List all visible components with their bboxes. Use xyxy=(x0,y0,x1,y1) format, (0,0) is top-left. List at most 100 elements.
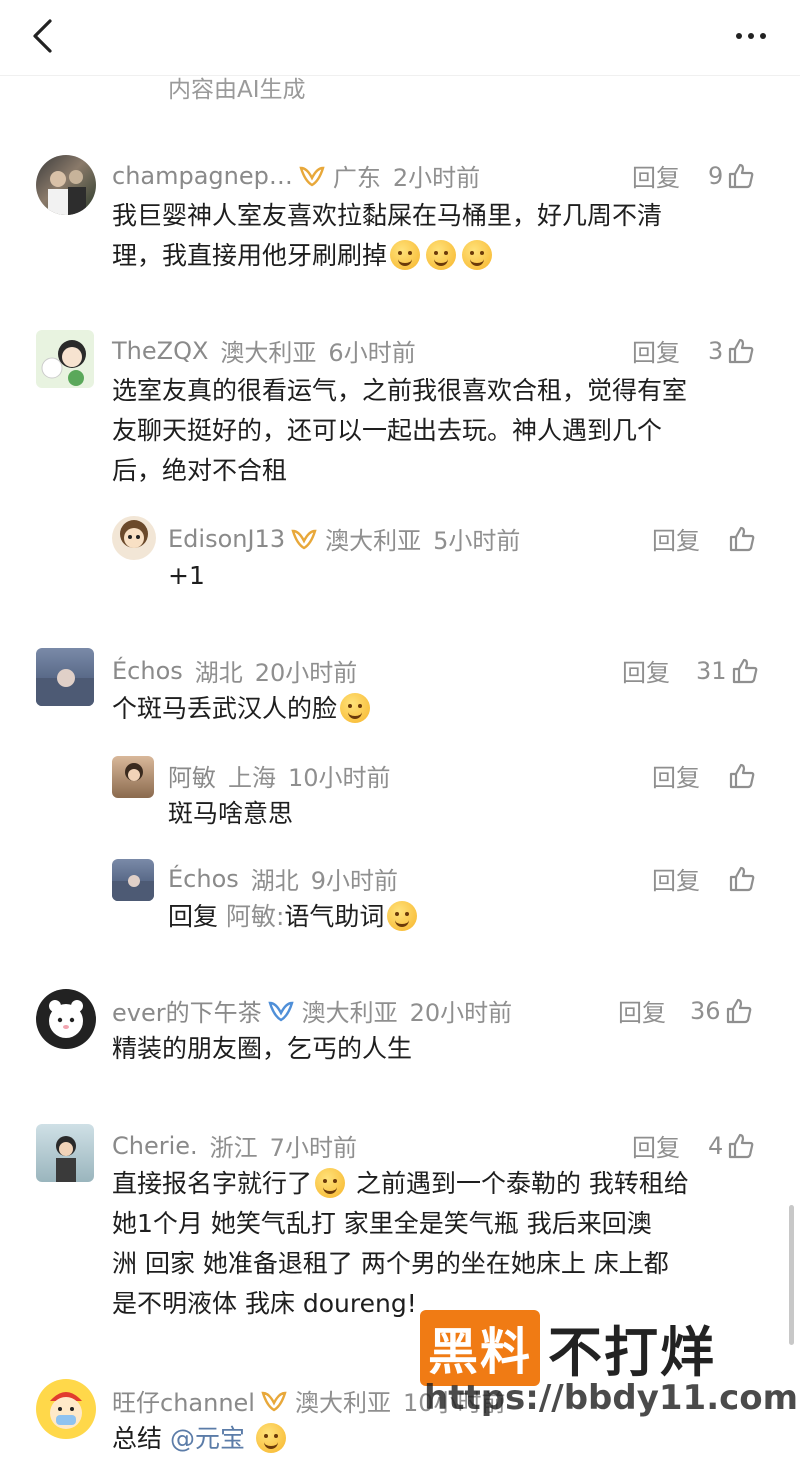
like-button[interactable]: 3 xyxy=(708,337,755,365)
text-line: 我巨婴神人室友喜欢拉黏屎在马桶里，好几周不清 xyxy=(112,201,663,230)
username[interactable]: 阿敏 xyxy=(168,758,216,793)
avatar[interactable] xyxy=(36,989,96,1049)
smile-emoji-icon xyxy=(315,1168,346,1198)
comment-actions: 回复 xyxy=(652,521,756,556)
timestamp: 20小时前 xyxy=(409,999,513,1027)
avatar[interactable] xyxy=(112,859,154,901)
timestamp: 10小时前 xyxy=(288,764,391,792)
username[interactable]: ever的下午茶 xyxy=(112,993,262,1028)
dot-icon xyxy=(760,33,766,39)
like-button[interactable] xyxy=(728,525,756,553)
more-options-button[interactable] xyxy=(728,18,774,54)
reply-button[interactable]: 回复 xyxy=(652,758,700,793)
location: 上海 xyxy=(228,764,276,792)
top-bar xyxy=(0,0,800,76)
like-button[interactable]: 4 xyxy=(708,1132,755,1160)
comment-meta: ever的下午茶 澳大利亚 20小时前 xyxy=(112,993,512,1028)
thumb-up-icon xyxy=(732,658,757,683)
username[interactable]: champagnep… xyxy=(112,162,293,190)
comment-text: 斑马啥意思 xyxy=(168,794,748,834)
watermark-logo: 黑料 不打烊 xyxy=(420,1308,716,1387)
avatar[interactable] xyxy=(36,1379,96,1439)
comment-text: 回复 阿敏:语气助词 xyxy=(168,897,748,937)
text-line: 理，我直接用他牙刷刷掉 xyxy=(112,236,772,276)
comment-text: 选室友真的很看运气，之前我很喜欢合租，觉得有室 友聊天挺好的，还可以一起出去玩。… xyxy=(112,371,772,491)
text-line: 她1个月 她笑气乱打 家里全是笑气瓶 我后来回澳 xyxy=(112,1209,652,1238)
watermark-box: 黑料 xyxy=(420,1309,540,1386)
comment-meta: champagnep… 广东 2小时前 xyxy=(112,158,480,193)
like-button[interactable]: 9 xyxy=(708,162,755,190)
like-button[interactable] xyxy=(728,865,756,893)
comment-actions: 回复 31 xyxy=(622,653,759,688)
location: 湖北 xyxy=(250,867,299,895)
location: 浙江 xyxy=(209,1134,258,1162)
back-button[interactable] xyxy=(22,14,62,58)
username[interactable]: TheZQX xyxy=(112,337,208,365)
avatar[interactable] xyxy=(112,516,156,560)
like-button[interactable] xyxy=(728,762,756,790)
comment-text: 直接报名字就行了 之前遇到一个泰勒的 我转租给 她1个月 她笑气乱打 家里全是笑… xyxy=(112,1164,782,1324)
smile-emoji-icon xyxy=(426,240,457,270)
comment-text: 我巨婴神人室友喜欢拉黏屎在马桶里，好几周不清 理，我直接用他牙刷刷掉 xyxy=(112,196,772,276)
text-span: 个斑马丢武汉人的脸 xyxy=(112,694,338,723)
avatar[interactable] xyxy=(36,1124,94,1182)
comment-text: 个斑马丢武汉人的脸 xyxy=(112,689,772,729)
avatar[interactable] xyxy=(36,155,96,215)
dot-icon xyxy=(736,33,742,39)
reply-button[interactable]: 回复 xyxy=(632,1128,680,1163)
reply-button[interactable]: 回复 xyxy=(632,333,680,368)
thumb-up-icon xyxy=(729,163,754,188)
timestamp: 7小时前 xyxy=(269,1134,357,1162)
avatar[interactable] xyxy=(36,648,94,706)
text-span: 直接报名字就行了 xyxy=(112,1169,313,1198)
text-span: 总结 xyxy=(112,1424,163,1453)
comment-actions: 回复 4 xyxy=(632,1128,755,1163)
comment-text: 总结 @元宝 xyxy=(112,1419,772,1459)
wink-emoji-icon xyxy=(387,901,418,931)
timestamp: 2小时前 xyxy=(392,164,481,192)
comment-meta: Échos 湖北 9小时前 xyxy=(168,861,398,896)
username[interactable]: Échos xyxy=(112,657,183,685)
timestamp: 9小时前 xyxy=(310,867,399,895)
comment-text: 精装的朋友圈，乞丐的人生 xyxy=(112,1029,772,1069)
vip-badge-icon xyxy=(291,528,317,550)
comment-actions: 回复 xyxy=(652,758,756,793)
like-button[interactable]: 31 xyxy=(696,657,759,685)
scrollbar[interactable] xyxy=(789,1205,794,1345)
username[interactable]: Échos xyxy=(168,865,239,893)
comment-meta: EdisonJ13 澳大利亚 5小时前 xyxy=(168,521,520,556)
text-line: 斑马啥意思 xyxy=(168,799,294,828)
location: 澳大利亚 xyxy=(294,1389,391,1417)
comment-actions: 回复 3 xyxy=(632,333,755,368)
thumb-up-icon xyxy=(726,998,751,1023)
mention-link[interactable]: @元宝 xyxy=(170,1424,245,1453)
avatar[interactable] xyxy=(112,756,154,798)
smile-emoji-icon xyxy=(462,240,493,270)
ai-generated-note: 内容由AI生成 xyxy=(168,77,306,103)
location: 澳大利亚 xyxy=(301,999,398,1027)
text-line: 选室友真的很看运气，之前我很喜欢合租，觉得有室 xyxy=(112,376,688,405)
reply-button[interactable]: 回复 xyxy=(622,653,670,688)
username[interactable]: 旺仔channel xyxy=(112,1383,255,1418)
like-count: 4 xyxy=(708,1131,724,1160)
avatar[interactable] xyxy=(36,330,94,388)
comment-meta: Échos 湖北 20小时前 xyxy=(112,653,357,688)
thumb-up-icon xyxy=(729,1133,754,1158)
like-button[interactable]: 36 xyxy=(690,997,753,1025)
vip-badge-icon xyxy=(267,1000,294,1022)
reply-button[interactable]: 回复 xyxy=(618,993,666,1028)
text-line: +1 xyxy=(168,561,205,590)
like-count: 3 xyxy=(708,336,724,365)
username[interactable]: EdisonJ13 xyxy=(168,525,285,553)
text-line: 友聊天挺好的，还可以一起出去玩。神人遇到几个 xyxy=(112,416,663,445)
dot-icon xyxy=(748,33,754,39)
username[interactable]: Cherie. xyxy=(112,1132,198,1160)
reply-button[interactable]: 回复 xyxy=(652,521,700,556)
reply-button[interactable]: 回复 xyxy=(632,158,680,193)
grin-emoji-icon xyxy=(340,693,371,723)
text-line: 后，绝对不合租 xyxy=(112,456,288,485)
location: 广东 xyxy=(332,164,381,192)
text-line: 直接报名字就行了 之前遇到一个泰勒的 我转租给 xyxy=(112,1164,782,1204)
reply-button[interactable]: 回复 xyxy=(652,861,700,896)
reply-to-user[interactable]: 阿敏: xyxy=(226,902,284,931)
